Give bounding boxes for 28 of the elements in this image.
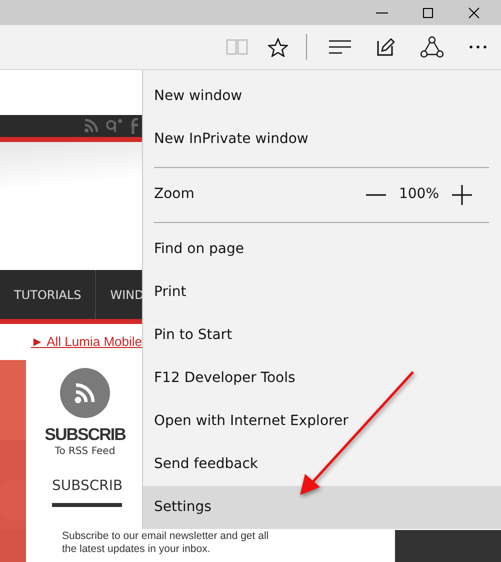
section-heading: SUBSCRIB: [52, 476, 124, 494]
subscribe-title: SUBSCRIB: [44, 426, 126, 444]
rss-icon[interactable]: [84, 119, 98, 133]
menu-item[interactable]: Open with Internet Explorer: [143, 400, 501, 443]
lines-icon: [329, 40, 351, 54]
newsletter-text: Subscribe to our email newsletter and get all the latest updates in your inbox.: [62, 530, 269, 556]
zoom-value: 100%: [398, 185, 440, 204]
menu-item[interactable]: Send feedback: [143, 443, 501, 486]
more-icon: [469, 45, 487, 49]
menu-item[interactable]: New window: [143, 75, 501, 118]
f-icon[interactable]: [130, 118, 138, 134]
menu-item[interactable]: New InPrivate window: [143, 118, 501, 161]
menu-item[interactable]: Find on page: [143, 228, 501, 271]
star-icon: [268, 38, 288, 56]
close-icon: [468, 6, 480, 18]
zoom-label: Zoom: [154, 185, 196, 204]
subscribe-subtitle: To RSS Feed: [54, 444, 116, 458]
minus-icon: [366, 194, 386, 196]
rss-icon: [74, 382, 96, 404]
news-link[interactable]: ► All Lumia Mobile: [30, 332, 142, 352]
nav-link[interactable]: TUTORIALS: [0, 270, 96, 319]
maximize-icon: [422, 6, 434, 18]
share-icon: [420, 36, 444, 58]
rss-button[interactable]: [60, 368, 110, 418]
menu-item[interactable]: F12 Developer Tools: [143, 357, 501, 400]
menu-item[interactable]: Settings: [143, 486, 501, 529]
book-icon: [226, 39, 248, 55]
pen-square-icon: [377, 38, 395, 56]
